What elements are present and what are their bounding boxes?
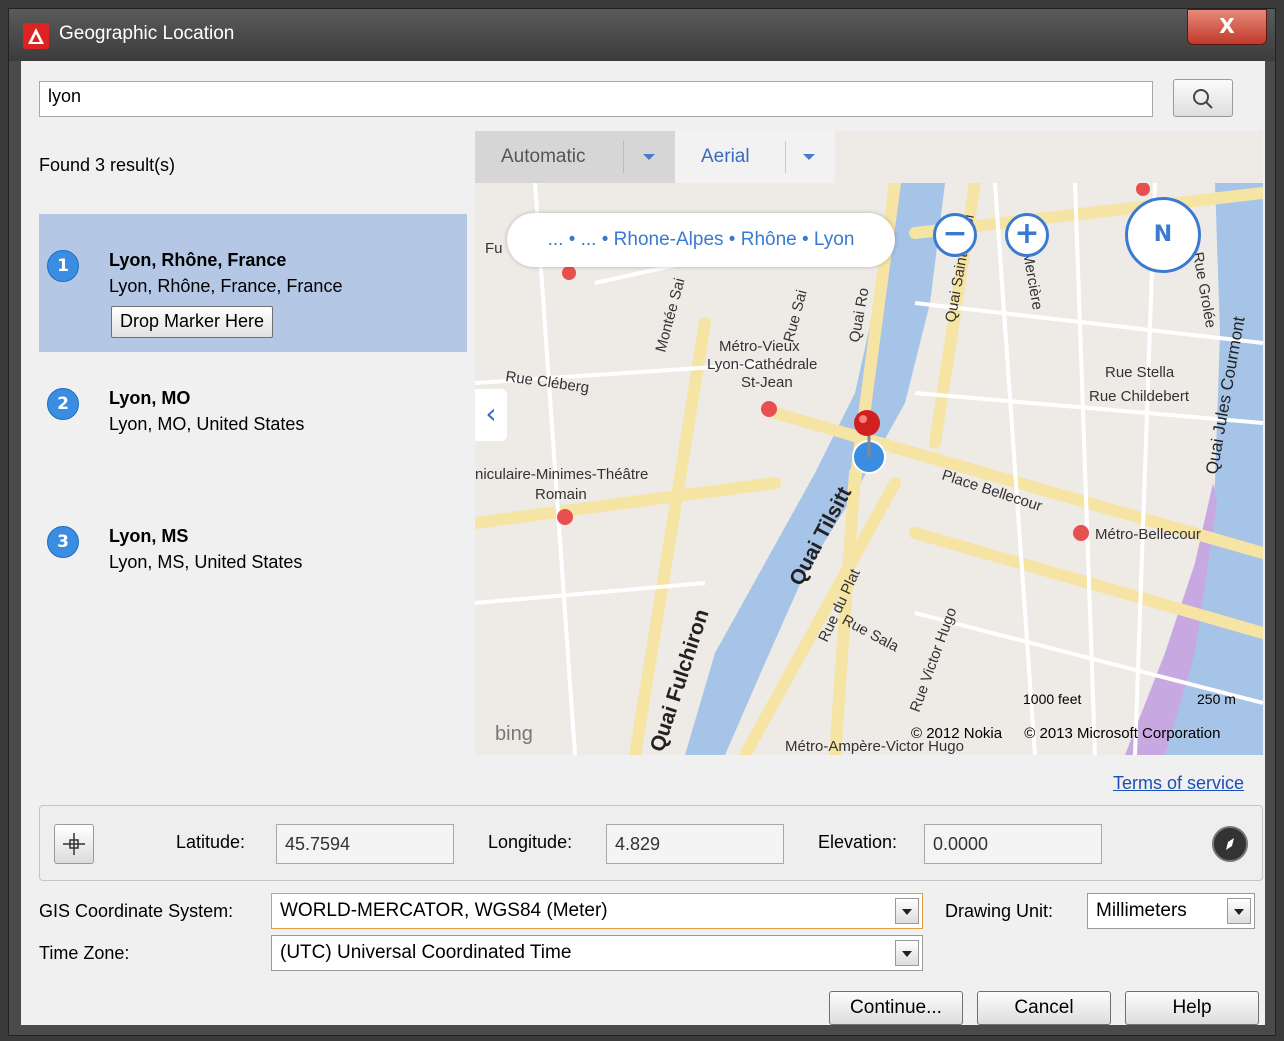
tab-aerial[interactable]: Aerial <box>675 131 835 183</box>
drop-marker-button[interactable]: Drop Marker Here <box>111 306 274 338</box>
tab-label: Aerial <box>701 146 750 167</box>
chevron-down-icon[interactable] <box>895 940 919 966</box>
terms-of-service-link[interactable]: Terms of service <box>1113 773 1244 794</box>
time-zone-label: Time Zone: <box>39 943 130 963</box>
time-zone-value: (UTC) Universal Coordinated Time <box>280 942 572 963</box>
continue-button[interactable]: Continue... <box>829 991 963 1025</box>
latitude-field[interactable]: 45.7594 <box>276 824 454 864</box>
time-zone-select[interactable]: (UTC) Universal Coordinated Time <box>271 935 923 971</box>
elevation-field[interactable]: 0.0000 <box>924 824 1102 864</box>
gis-coordinate-system-select[interactable]: WORLD-MERCATOR, WGS84 (Meter) <box>271 893 923 929</box>
map-label: Fu <box>485 240 503 257</box>
map-label: Rue Childebert <box>1089 388 1190 405</box>
drawing-unit-label: Drawing Unit: <box>945 901 1054 921</box>
result-subtitle: Lyon, MS, United States <box>109 552 303 572</box>
search-icon <box>1193 89 1213 109</box>
result-badge: 1 <box>47 250 79 282</box>
tab-automatic[interactable]: Automatic <box>475 131 675 183</box>
longitude-label: Longitude: <box>488 832 573 852</box>
map-view[interactable]: Automatic Aerial Métro-Vieux Lyon-Cathéd… <box>475 131 1263 755</box>
collapse-panel-button[interactable]: ‹ <box>475 389 507 441</box>
gis-coordinate-system-value: WORLD-MERCATOR, WGS84 (Meter) <box>280 900 608 921</box>
search-button[interactable] <box>1173 79 1233 117</box>
elevation-label: Elevation: <box>818 832 898 852</box>
scale-meters: 250 m <box>1197 691 1236 707</box>
zoom-out-button[interactable]: − <box>933 213 977 257</box>
map-label: St-Jean <box>741 374 793 391</box>
map-copyright: © 2012 Nokia © 2013 Microsoft Corporatio… <box>911 725 1220 742</box>
results-count: Found 3 result(s) <box>39 155 176 175</box>
chevron-down-icon[interactable] <box>895 898 919 924</box>
tab-divider <box>623 141 624 173</box>
result-title: Lyon, MO <box>109 388 191 408</box>
bing-logo: bing <box>495 723 533 745</box>
help-button[interactable]: Help <box>1125 991 1259 1025</box>
close-button[interactable]: X <box>1187 9 1267 45</box>
crosshair-icon <box>63 833 85 855</box>
scale-feet: 1000 feet <box>1023 691 1082 707</box>
map-label: Métro-Bellecour <box>1095 526 1201 543</box>
geographic-location-dialog: Geographic Location X lyon Found 3 resul… <box>8 8 1276 1036</box>
zoom-in-button[interactable]: + <box>1005 213 1049 257</box>
compass-button[interactable]: N <box>1125 197 1201 273</box>
title-bar: Geographic Location X <box>9 9 1275 61</box>
compass-needle-icon <box>1226 838 1234 850</box>
gis-coordinate-system-label: GIS Coordinate System: <box>39 901 234 921</box>
search-input[interactable]: lyon <box>39 81 1153 117</box>
chevron-down-icon[interactable] <box>643 154 655 160</box>
pick-point-button[interactable] <box>54 824 94 864</box>
tab-divider <box>785 141 786 173</box>
result-subtitle: Lyon, Rhône, France, France <box>109 276 343 296</box>
drawing-unit-value: Millimeters <box>1096 900 1187 921</box>
latitude-label: Latitude: <box>176 832 246 852</box>
result-badge: 2 <box>47 388 79 420</box>
result-item-1[interactable]: 1 Lyon, Rhône, France Lyon, Rhône, Franc… <box>39 214 467 352</box>
result-title: Lyon, Rhône, France <box>109 250 287 270</box>
chevron-down-icon[interactable] <box>1227 898 1251 924</box>
drawing-unit-select[interactable]: Millimeters <box>1087 893 1255 929</box>
map-label: Rue Stella <box>1105 364 1175 381</box>
cancel-button[interactable]: Cancel <box>977 991 1111 1025</box>
copyright-nokia: © 2012 Nokia <box>911 725 1003 742</box>
result-title: Lyon, MS <box>109 526 189 546</box>
geolocation-button[interactable] <box>1212 826 1248 862</box>
location-breadcrumb[interactable]: ... • ... • Rhone-Alpes • Rhône • Lyon <box>507 213 895 267</box>
compass-icon: N <box>1153 222 1173 247</box>
map-label: Lyon-Cathédrale <box>707 356 817 373</box>
copyright-microsoft: © 2013 Microsoft Corporation <box>1024 725 1221 742</box>
autocad-logo-icon <box>23 23 49 49</box>
result-item-3[interactable]: 3 Lyon, MS Lyon, MS, United States <box>39 490 467 628</box>
result-item-2[interactable]: 2 Lyon, MO Lyon, MO, United States <box>39 352 467 490</box>
result-subtitle: Lyon, MO, United States <box>109 414 305 434</box>
coordinates-panel: Latitude: 45.7594 Longitude: 4.829 Eleva… <box>39 805 1263 881</box>
map-label: niculaire-Minimes-Théâtre <box>475 466 648 483</box>
window-title: Geographic Location <box>59 23 235 44</box>
result-badge: 3 <box>47 526 79 558</box>
map-label: Romain <box>535 486 587 503</box>
results-list: 1 Lyon, Rhône, France Lyon, Rhône, Franc… <box>39 214 467 628</box>
chevron-down-icon[interactable] <box>803 154 815 160</box>
dialog-body: lyon Found 3 result(s) 1 Lyon, Rhône, Fr… <box>21 61 1265 1025</box>
map-style-tabs: Automatic Aerial <box>475 131 835 183</box>
longitude-field[interactable]: 4.829 <box>606 824 784 864</box>
tab-label: Automatic <box>501 146 586 167</box>
